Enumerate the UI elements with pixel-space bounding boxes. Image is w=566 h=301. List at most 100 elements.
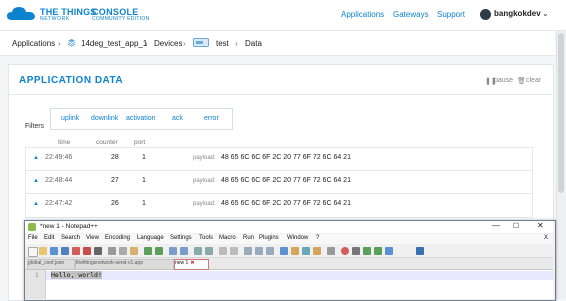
tab-close-icon[interactable]: ✖ (190, 260, 194, 266)
save-macro-icon[interactable] (385, 247, 393, 255)
ttn-cloud-logo-icon[interactable] (6, 6, 36, 22)
row-payload: 48 65 6C 6C 6F 2C 20 77 6F 72 6C 64 21 (221, 200, 351, 207)
current-line-highlight (46, 271, 553, 280)
breadcrumb-devices[interactable]: Devices (154, 39, 182, 48)
card-divider (8, 94, 552, 95)
function-list-icon[interactable] (302, 247, 310, 255)
menu-plugins[interactable]: Plugins (259, 235, 279, 241)
menu-view[interactable]: View (86, 235, 99, 241)
open-folder-icon[interactable] (39, 247, 47, 255)
folder-as-workspace-icon[interactable] (313, 247, 321, 255)
menu-help[interactable]: ? (316, 235, 319, 241)
filter-ack-tab[interactable]: ack (172, 115, 183, 122)
username[interactable]: bangkokdev (494, 9, 541, 18)
nav-support-link[interactable]: Support (437, 10, 465, 19)
show-all-chars-icon[interactable] (255, 247, 263, 255)
trash-icon[interactable]: 🗑 (517, 77, 526, 85)
notepadpp-titlebar[interactable] (25, 221, 553, 233)
chevron-down-icon[interactable]: ⌄ (542, 9, 549, 18)
row-port: 1 (142, 154, 146, 161)
save-icon[interactable] (50, 247, 58, 255)
close-icon[interactable]: ✕ (537, 221, 544, 230)
copy-icon[interactable] (119, 247, 127, 255)
uplink-arrow-icon: ▲ (33, 201, 39, 207)
close-file-icon[interactable] (72, 247, 80, 255)
uplink-arrow-icon: ▲ (33, 178, 39, 184)
find-icon[interactable] (169, 247, 177, 255)
row-counter: 27 (111, 177, 119, 184)
indent-guide-icon[interactable] (266, 247, 274, 255)
paste-icon[interactable] (130, 247, 138, 255)
udl-icon[interactable] (280, 247, 288, 255)
play-multiple-icon[interactable] (374, 247, 382, 255)
menu-window[interactable]: Window (287, 235, 308, 241)
close-document-icon[interactable]: X (544, 235, 548, 241)
filter-activation-tab[interactable]: activation (126, 115, 156, 122)
menu-tools[interactable]: Tools (199, 235, 213, 241)
breadcrumb-separator: › (183, 39, 186, 48)
save-all-icon[interactable] (61, 247, 69, 255)
breadcrumb-device[interactable]: test (216, 39, 229, 48)
monitoring-icon[interactable] (327, 247, 335, 255)
notepadpp-app-icon (28, 223, 36, 231)
tab-new-1[interactable]: new 1 ✖ (174, 259, 209, 270)
menu-encoding[interactable]: Encoding (105, 235, 130, 241)
column-header-port: port (134, 139, 146, 146)
menu-language[interactable]: Language (137, 235, 164, 241)
row-port: 1 (142, 200, 146, 207)
user-avatar-icon[interactable] (480, 9, 491, 20)
menu-run[interactable]: Run (243, 235, 254, 241)
redo-icon[interactable] (155, 247, 163, 255)
page-scrollbar-thumb[interactable] (558, 33, 564, 193)
row-payload: 48 65 6C 6C 6F 2C 20 77 6F 72 6C 64 21 (221, 177, 351, 184)
sync-v-icon[interactable] (219, 247, 227, 255)
menu-edit[interactable]: Edit (44, 235, 54, 241)
page-title: APPLICATION DATA (19, 75, 124, 86)
undo-icon[interactable] (144, 247, 152, 255)
minimize-icon[interactable]: — (492, 221, 500, 230)
row-time: 22:49:46 (45, 154, 73, 161)
filter-downlink-tab[interactable]: downlink (91, 115, 118, 122)
doc-map-icon[interactable] (291, 247, 299, 255)
toolbar (25, 245, 553, 258)
menu-search[interactable]: Search (61, 235, 80, 241)
menu-settings[interactable]: Settings (170, 235, 192, 241)
line-number: 1 (35, 272, 39, 279)
filters-label: Filters (25, 123, 45, 130)
clear-button[interactable]: clear (526, 77, 541, 84)
nav-gateways-link[interactable]: Gateways (393, 10, 429, 19)
new-file-icon[interactable] (28, 247, 38, 257)
abc-spell-icon[interactable] (416, 247, 424, 255)
breadcrumb-separator: › (235, 39, 238, 48)
word-wrap-icon[interactable] (244, 247, 252, 255)
row-time: 22:48:44 (45, 177, 73, 184)
breadcrumb-data: Data (245, 39, 262, 48)
print-icon[interactable] (94, 247, 102, 255)
filter-error-tab[interactable]: error (204, 115, 219, 122)
filter-uplink-tab[interactable]: uplink (61, 115, 79, 122)
row-payload-label: payload: (193, 178, 216, 184)
sync-h-icon[interactable] (230, 247, 238, 255)
window-title: *new 1 - Notepad++ (40, 223, 98, 230)
maximize-icon[interactable]: ☐ (513, 222, 519, 230)
breadcrumb-app[interactable]: 14deg_test_app_1 (81, 39, 147, 48)
cut-icon[interactable] (108, 247, 116, 255)
zoom-out-icon[interactable] (205, 247, 213, 255)
play-macro-icon[interactable] (363, 247, 371, 255)
breadcrumb-applications[interactable]: Applications (12, 39, 55, 48)
replace-icon[interactable] (180, 247, 188, 255)
pause-button[interactable]: pause (494, 77, 513, 84)
record-macro-icon[interactable] (341, 247, 349, 255)
menu-macro[interactable]: Macro (219, 235, 236, 241)
code-line[interactable]: Hello, world! (51, 271, 102, 279)
nav-applications-link[interactable]: Applications (341, 10, 384, 19)
tab-thethingsnetwork[interactable]: thethingsnetwork-send-v1.app (75, 259, 174, 270)
breadcrumb-separator: › (58, 39, 61, 48)
close-all-icon[interactable] (83, 247, 91, 255)
stop-macro-icon[interactable] (352, 247, 360, 255)
tab-global-conf[interactable]: global_conf.json (27, 259, 75, 270)
row-payload-label: payload: (193, 155, 216, 161)
menu-file[interactable]: File (28, 235, 38, 241)
row-time: 22:47:42 (45, 200, 73, 207)
zoom-in-icon[interactable] (194, 247, 202, 255)
